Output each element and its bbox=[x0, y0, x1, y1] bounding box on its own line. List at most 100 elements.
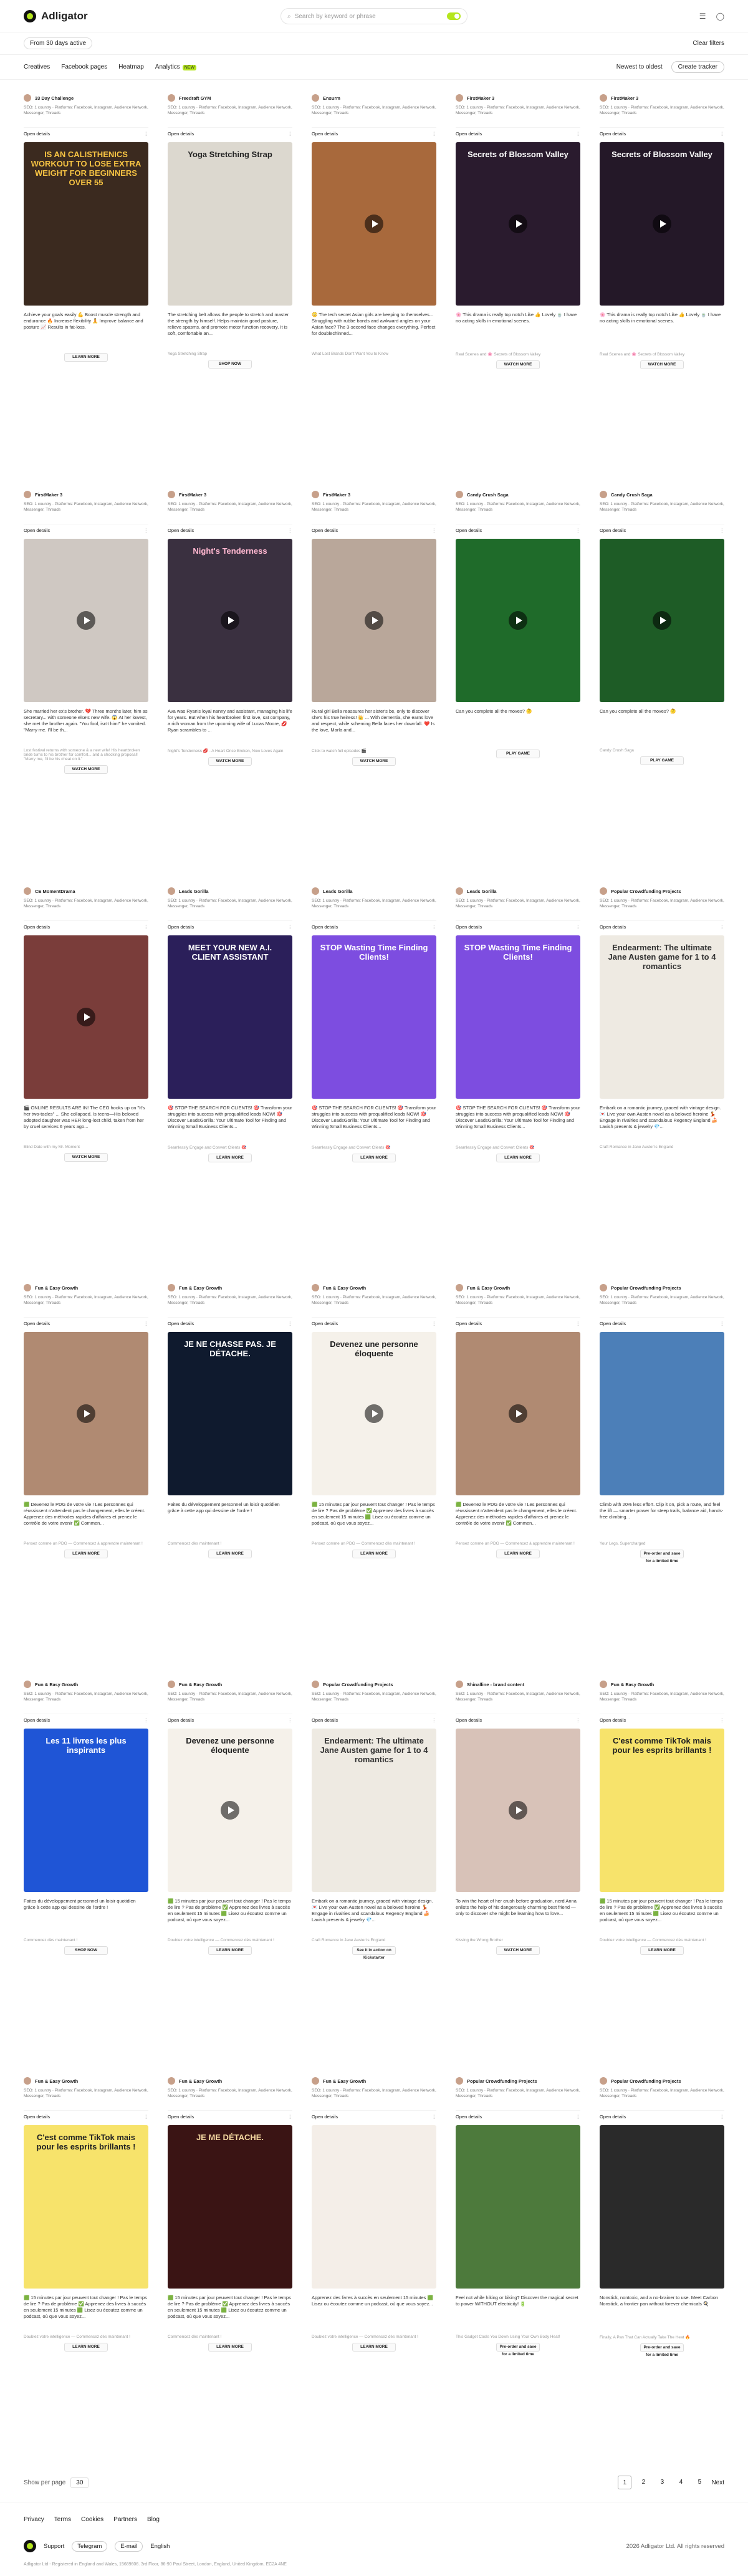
page-4[interactable]: 4 bbox=[674, 2476, 688, 2489]
more-icon[interactable]: ⋮ bbox=[576, 1717, 581, 1723]
open-details-button[interactable]: Open details bbox=[456, 528, 482, 533]
advertiser-name[interactable]: Popular Crowdfunding Projects bbox=[323, 1682, 433, 1687]
play-icon[interactable] bbox=[221, 1801, 239, 1820]
advertiser-name[interactable]: CE MomentDrama bbox=[35, 889, 145, 894]
more-icon[interactable]: ⋮ bbox=[432, 528, 437, 533]
creative-card[interactable]: Candy Crush Saga SEO: 1 country · Platfor… bbox=[600, 490, 724, 864]
creative-card[interactable]: Popular Crowdfunding Projects SEO: 1 coun… bbox=[600, 887, 724, 1261]
creative-card[interactable]: Freedraft GYM SEO: 1 country · Platforms:… bbox=[168, 94, 292, 468]
advertiser-name[interactable]: Fun & Easy Growth bbox=[467, 1285, 577, 1291]
more-icon[interactable]: ⋮ bbox=[288, 2114, 293, 2120]
cta-button[interactable]: WATCH MORE bbox=[64, 765, 108, 774]
cta-button[interactable]: LEARN MORE bbox=[208, 1550, 252, 1558]
advertiser-name[interactable]: Fun & Easy Growth bbox=[179, 2078, 289, 2084]
creative-media[interactable]: Secrets of Blossom Valley bbox=[456, 142, 580, 306]
creative-media[interactable]: Night's Tenderness bbox=[168, 539, 292, 702]
creative-card[interactable]: Fun & Easy Growth SEO: 1 country · Platfo… bbox=[168, 2077, 292, 2451]
footer-cookies[interactable]: Cookies bbox=[81, 2516, 103, 2523]
open-details-button[interactable]: Open details bbox=[600, 1321, 626, 1326]
creative-media[interactable] bbox=[312, 142, 436, 306]
cta-button[interactable]: PLAY GAME bbox=[640, 756, 684, 765]
creative-media[interactable] bbox=[600, 2125, 724, 2289]
advertiser-name[interactable]: Fun & Easy Growth bbox=[323, 1285, 433, 1291]
creative-media[interactable]: JE ME DÉTACHE. bbox=[168, 2125, 292, 2289]
advertiser-name[interactable]: FirstMaker 3 bbox=[467, 95, 577, 101]
creative-media[interactable]: JE NE CHASSE PAS. JE DÉTACHE. bbox=[168, 1332, 292, 1495]
more-icon[interactable]: ⋮ bbox=[144, 131, 149, 137]
open-details-button[interactable]: Open details bbox=[24, 924, 50, 930]
advertiser-name[interactable]: Candy Crush Saga bbox=[611, 492, 721, 498]
creative-card[interactable]: Fun & Easy Growth SEO: 1 country · Platfo… bbox=[24, 1283, 148, 1657]
creative-card[interactable]: CE MomentDrama SEO: 1 country · Platforms… bbox=[24, 887, 148, 1261]
advertiser-name[interactable]: Leads Gorilla bbox=[179, 889, 289, 894]
more-icon[interactable]: ⋮ bbox=[720, 528, 725, 533]
open-details-button[interactable]: Open details bbox=[168, 1321, 194, 1326]
open-details-button[interactable]: Open details bbox=[168, 1717, 194, 1723]
open-details-button[interactable]: Open details bbox=[312, 528, 338, 533]
cta-button[interactable]: SHOP NOW bbox=[64, 1946, 108, 1955]
more-icon[interactable]: ⋮ bbox=[144, 1717, 149, 1723]
advertiser-name[interactable]: Popular Crowdfunding Projects bbox=[611, 1285, 721, 1291]
open-details-button[interactable]: Open details bbox=[312, 1321, 338, 1326]
advertiser-name[interactable]: Leads Gorilla bbox=[467, 889, 577, 894]
page-1[interactable]: 1 bbox=[618, 2476, 632, 2489]
open-details-button[interactable]: Open details bbox=[168, 2114, 194, 2120]
creative-card[interactable]: 33 Day Challenge SEO: 1 country · Platfor… bbox=[24, 94, 148, 468]
cta-button[interactable]: LEARN MORE bbox=[352, 1154, 396, 1162]
creative-media[interactable]: C'est comme TikTok mais pour les esprits… bbox=[24, 2125, 148, 2289]
cta-button[interactable]: See it in action on Kickstarter bbox=[352, 1946, 396, 1960]
open-details-button[interactable]: Open details bbox=[168, 131, 194, 137]
creative-media[interactable]: IS AN CALISTHENICS WORKOUT TO LOSE EXTRA… bbox=[24, 142, 148, 306]
creative-card[interactable]: Ensurm SEO: 1 country · Platforms: Facebo… bbox=[312, 94, 436, 468]
more-icon[interactable]: ⋮ bbox=[288, 1717, 293, 1723]
open-details-button[interactable]: Open details bbox=[456, 131, 482, 137]
advertiser-name[interactable]: Popular Crowdfunding Projects bbox=[467, 2078, 577, 2084]
open-details-button[interactable]: Open details bbox=[24, 528, 50, 533]
creative-media[interactable]: MEET YOUR NEW A.I. CLIENT ASSISTANT bbox=[168, 935, 292, 1099]
open-details-button[interactable]: Open details bbox=[600, 528, 626, 533]
open-details-button[interactable]: Open details bbox=[312, 1717, 338, 1723]
brand-logo[interactable]: Adligator bbox=[24, 9, 88, 22]
next-page[interactable]: Next bbox=[711, 2479, 724, 2486]
user-icon[interactable]: ◯ bbox=[716, 12, 724, 21]
email-button[interactable]: E-mail bbox=[115, 2540, 143, 2552]
open-details-button[interactable]: Open details bbox=[168, 924, 194, 930]
cta-button[interactable]: LEARN MORE bbox=[64, 2343, 108, 2352]
advertiser-name[interactable]: Popular Crowdfunding Projects bbox=[611, 889, 721, 894]
creative-card[interactable]: Fun & Easy Growth SEO: 1 country · Platfo… bbox=[600, 1680, 724, 2054]
creative-card[interactable]: Fun & Easy Growth SEO: 1 country · Platfo… bbox=[312, 2077, 436, 2451]
advertiser-name[interactable]: Ensurm bbox=[323, 95, 433, 101]
cta-button[interactable]: WATCH MORE bbox=[496, 1946, 540, 1955]
more-icon[interactable]: ⋮ bbox=[144, 2114, 149, 2120]
creative-media[interactable]: Devenez une personne éloquente bbox=[168, 1729, 292, 1892]
play-icon[interactable] bbox=[509, 611, 527, 630]
advertiser-name[interactable]: Fun & Easy Growth bbox=[179, 1682, 289, 1687]
advertiser-name[interactable]: FirstMaker 3 bbox=[611, 95, 721, 101]
advertiser-name[interactable]: Fun & Easy Growth bbox=[35, 1682, 145, 1687]
creative-card[interactable]: Fun & Easy Growth SEO: 1 country · Platfo… bbox=[168, 1283, 292, 1657]
more-icon[interactable]: ⋮ bbox=[576, 528, 581, 533]
creative-card[interactable]: FirstMaker 3 SEO: 1 country · Platforms: … bbox=[168, 490, 292, 864]
creative-media[interactable] bbox=[456, 1729, 580, 1892]
cta-button[interactable]: WATCH MORE bbox=[496, 360, 540, 369]
advertiser-name[interactable]: Fun & Easy Growth bbox=[323, 2078, 433, 2084]
open-details-button[interactable]: Open details bbox=[456, 924, 482, 930]
more-icon[interactable]: ⋮ bbox=[720, 1717, 725, 1723]
open-details-button[interactable]: Open details bbox=[456, 1321, 482, 1326]
tab-creatives[interactable]: Creatives bbox=[24, 64, 50, 70]
creative-media[interactable]: STOP Wasting Time Finding Clients! bbox=[312, 935, 436, 1099]
sort-select[interactable]: Newest to oldest bbox=[616, 64, 663, 70]
advertiser-name[interactable]: Fun & Easy Growth bbox=[35, 1285, 145, 1291]
creative-media[interactable] bbox=[312, 539, 436, 702]
creative-card[interactable]: Shinalline - brand content SEO: 1 country… bbox=[456, 1680, 580, 2054]
advertiser-name[interactable]: Shinalline - brand content bbox=[467, 1682, 577, 1687]
more-icon[interactable]: ⋮ bbox=[720, 924, 725, 930]
creative-card[interactable]: FirstMaker 3 SEO: 1 country · Platforms: … bbox=[24, 490, 148, 864]
advertiser-name[interactable]: FirstMaker 3 bbox=[323, 492, 433, 498]
cta-button[interactable]: Pre-order and save for a limited time bbox=[640, 2343, 684, 2357]
advertiser-name[interactable]: 33 Day Challenge bbox=[35, 95, 145, 101]
more-icon[interactable]: ⋮ bbox=[288, 131, 293, 137]
clear-filters-button[interactable]: Clear filters bbox=[693, 40, 724, 47]
telegram-button[interactable]: Telegram bbox=[72, 2540, 108, 2552]
tab-analytics[interactable]: Analytics bbox=[155, 64, 196, 70]
